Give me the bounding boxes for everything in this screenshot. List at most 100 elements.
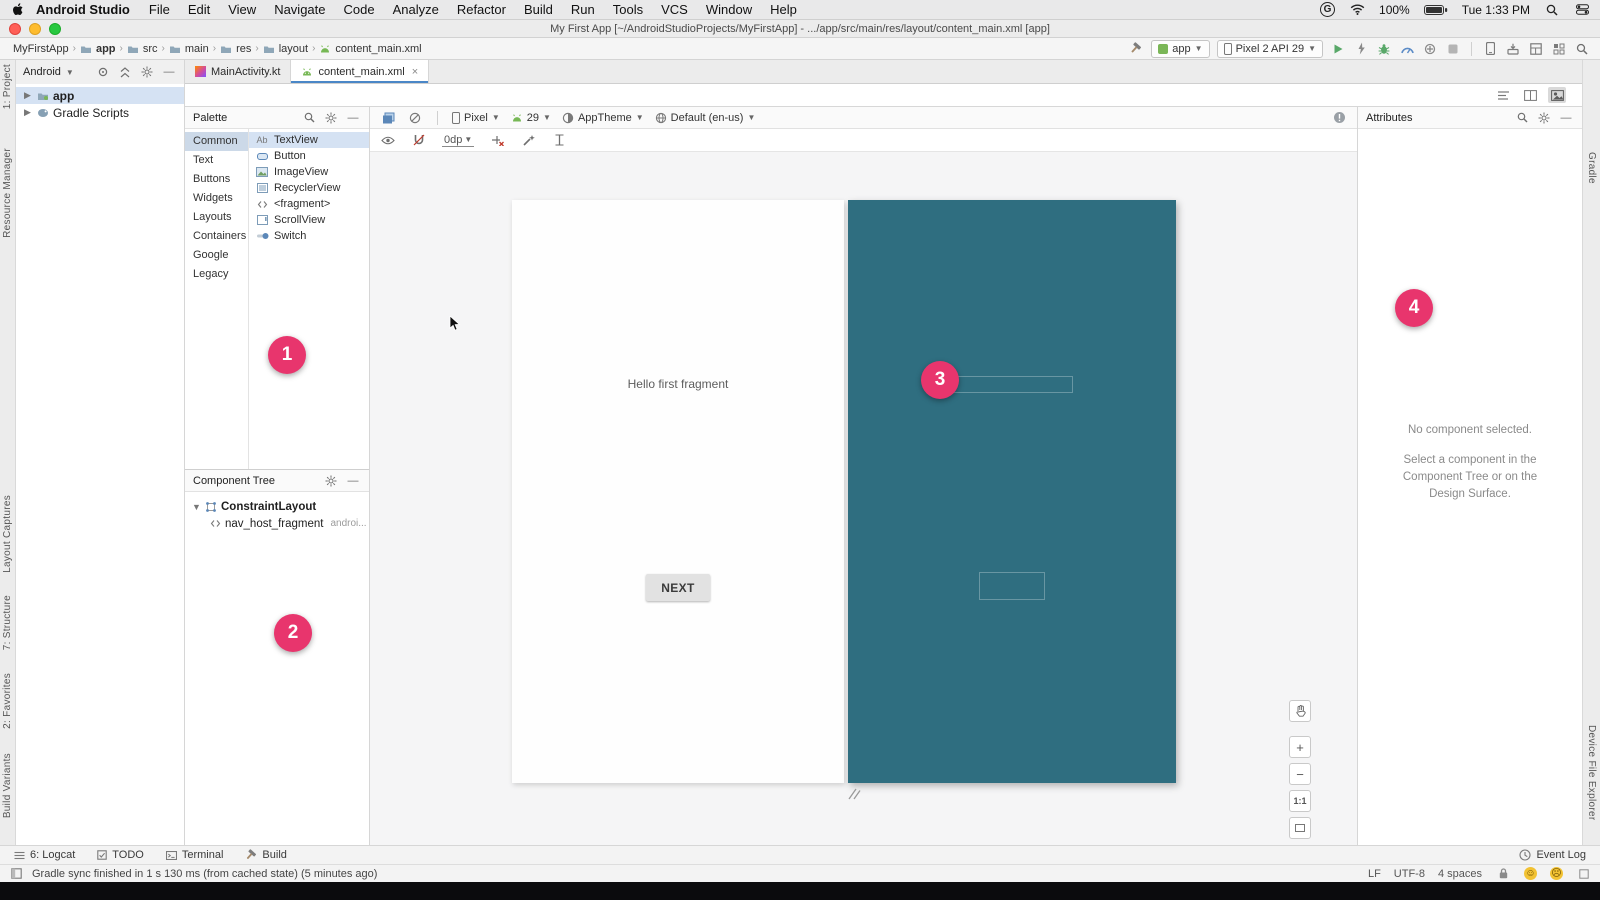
zoom-in-button[interactable]: + xyxy=(1289,736,1311,758)
menu-item-code[interactable]: Code xyxy=(335,2,384,17)
design-view-surface[interactable]: Hello first fragment NEXT xyxy=(512,200,844,783)
close-icon[interactable]: × xyxy=(412,66,418,78)
toolwindow-todo[interactable]: TODO xyxy=(97,849,144,861)
collapse-arrow-icon[interactable]: ▼ xyxy=(192,502,201,512)
orientation-icon[interactable] xyxy=(407,110,423,126)
zoom-out-button[interactable]: − xyxy=(1289,763,1311,785)
project-view-selector[interactable]: Android xyxy=(23,66,61,78)
stripe-resource-manager-button[interactable]: Resource Manager xyxy=(2,148,13,238)
lock-icon[interactable] xyxy=(1495,866,1511,882)
avd-manager-icon[interactable] xyxy=(1482,41,1498,57)
locate-file-icon[interactable] xyxy=(95,64,111,80)
menubar-clock[interactable]: Tue 1:33 PM xyxy=(1462,3,1530,17)
palette-category-containers[interactable]: Containers xyxy=(185,227,248,246)
hide-panel-icon[interactable]: — xyxy=(161,64,177,80)
palette-item-imageview[interactable]: ImageView xyxy=(249,164,369,180)
gear-icon[interactable] xyxy=(139,64,155,80)
apply-changes-icon[interactable] xyxy=(1353,41,1369,57)
grammarly-icon[interactable]: G xyxy=(1320,2,1335,17)
palette-category-widgets[interactable]: Widgets xyxy=(185,189,248,208)
project-tree-item-gradle-scripts[interactable]: ▶ Gradle Scripts xyxy=(16,104,184,121)
toolwindow-logcat[interactable]: 6: Logcat xyxy=(14,849,75,861)
palette-item-textview[interactable]: Ab TextView xyxy=(249,132,369,148)
pan-icon[interactable] xyxy=(1289,700,1311,722)
indent-indicator[interactable]: 4 spaces xyxy=(1438,868,1482,880)
stop-icon[interactable] xyxy=(1445,41,1461,57)
preview-next-button[interactable]: NEXT xyxy=(646,574,710,601)
toolwindow-build[interactable]: Build xyxy=(245,849,286,861)
palette-category-google[interactable]: Google xyxy=(185,246,248,265)
palette-category-common[interactable]: Common xyxy=(185,132,248,151)
locale-dropdown[interactable]: Default (en-us)▼ xyxy=(655,112,756,124)
line-separator-indicator[interactable]: LF xyxy=(1368,868,1381,880)
menu-item-vcs[interactable]: VCS xyxy=(652,2,697,17)
breadcrumb-main[interactable]: main xyxy=(166,43,212,55)
palette-item-recyclerview[interactable]: RecyclerView xyxy=(249,180,369,196)
palette-category-legacy[interactable]: Legacy xyxy=(185,265,248,284)
battery-icon[interactable] xyxy=(1424,2,1448,18)
palette-category-buttons[interactable]: Buttons xyxy=(185,170,248,189)
preview-hello-text[interactable]: Hello first fragment xyxy=(512,377,844,391)
blueprint-view-surface[interactable] xyxy=(848,200,1176,783)
hide-panel-icon[interactable]: — xyxy=(345,110,361,126)
palette-item-switch[interactable]: Switch xyxy=(249,228,369,244)
run-icon[interactable] xyxy=(1330,41,1346,57)
search-icon[interactable] xyxy=(301,110,317,126)
traffic-light-minimize[interactable] xyxy=(29,23,41,35)
warnings-errors-icon[interactable] xyxy=(1331,110,1347,126)
stripe-structure-button[interactable]: 7: Structure xyxy=(2,595,13,650)
toolwindow-switcher-icon[interactable] xyxy=(8,866,24,882)
autoconnect-magnet-icon[interactable] xyxy=(411,132,427,148)
run-config-dropdown[interactable]: app▼ xyxy=(1151,40,1209,58)
breadcrumb-project[interactable]: MyFirstApp xyxy=(10,43,72,55)
stripe-build-variants-button[interactable]: Build Variants xyxy=(2,753,13,818)
menu-item-file[interactable]: File xyxy=(140,2,179,17)
hide-panel-icon[interactable]: — xyxy=(345,473,361,489)
tab-mainactivity[interactable]: MainActivity.kt xyxy=(185,60,291,83)
palette-item-scrollview[interactable]: ScrollView xyxy=(249,212,369,228)
sdk-manager-icon[interactable] xyxy=(1505,41,1521,57)
profiler-icon[interactable] xyxy=(1399,41,1415,57)
apple-icon[interactable] xyxy=(10,2,26,18)
menu-item-window[interactable]: Window xyxy=(697,2,761,17)
feedback-happy-icon[interactable]: ☺ xyxy=(1524,867,1537,880)
tab-content-main[interactable]: content_main.xml × xyxy=(291,60,429,83)
palette-item-fragment[interactable]: <fragment> xyxy=(249,196,369,212)
gear-icon[interactable] xyxy=(323,473,339,489)
menu-item-edit[interactable]: Edit xyxy=(179,2,219,17)
menu-item-help[interactable]: Help xyxy=(761,2,806,17)
stripe-device-file-explorer-button[interactable]: Device File Explorer xyxy=(1586,725,1597,820)
device-dropdown[interactable]: Pixel 2 API 29▼ xyxy=(1217,40,1323,58)
debug-icon[interactable] xyxy=(1376,41,1392,57)
menu-item-view[interactable]: View xyxy=(219,2,265,17)
menu-item-refactor[interactable]: Refactor xyxy=(448,2,515,17)
canvas-resize-handle[interactable] xyxy=(847,788,861,800)
stripe-project-button[interactable]: 1: Project xyxy=(2,64,13,109)
wifi-icon[interactable] xyxy=(1349,2,1365,18)
palette-category-layouts[interactable]: Layouts xyxy=(185,208,248,227)
design-surface-icon[interactable] xyxy=(380,110,396,126)
traffic-light-zoom[interactable] xyxy=(49,23,61,35)
zoom-reset-button[interactable]: 1:1 xyxy=(1289,790,1311,812)
toolwindow-terminal[interactable]: Terminal xyxy=(166,849,224,861)
component-tree-item-nav-host-fragment[interactable]: nav_host_fragment androi... xyxy=(185,515,369,532)
breadcrumb-layout[interactable]: layout xyxy=(260,43,311,55)
layout-inspector-icon[interactable] xyxy=(1528,41,1544,57)
menu-item-analyze[interactable]: Analyze xyxy=(384,2,448,17)
project-tree-item-app[interactable]: ▶ app xyxy=(16,87,184,104)
palette-category-text[interactable]: Text xyxy=(185,151,248,170)
expand-arrow-icon[interactable]: ▶ xyxy=(24,90,33,101)
design-view-icon[interactable] xyxy=(1548,87,1566,103)
stripe-gradle-button[interactable]: Gradle xyxy=(1586,152,1597,184)
control-center-icon[interactable] xyxy=(1574,2,1590,18)
component-tree-item-constraintlayout[interactable]: ▼ ConstraintLayout xyxy=(185,498,369,515)
api-level-dropdown[interactable]: 29▼ xyxy=(511,112,551,124)
collapse-all-icon[interactable] xyxy=(117,64,133,80)
status-message[interactable]: Gradle sync finished in 1 s 130 ms (from… xyxy=(32,868,377,880)
traffic-light-close[interactable] xyxy=(9,23,21,35)
stripe-layout-captures-button[interactable]: Layout Captures xyxy=(2,495,13,573)
encoding-indicator[interactable]: UTF-8 xyxy=(1394,868,1425,880)
code-view-icon[interactable] xyxy=(1494,87,1512,103)
feedback-sad-icon[interactable]: ☹ xyxy=(1550,867,1563,880)
reader-mode-icon[interactable] xyxy=(1576,866,1592,882)
